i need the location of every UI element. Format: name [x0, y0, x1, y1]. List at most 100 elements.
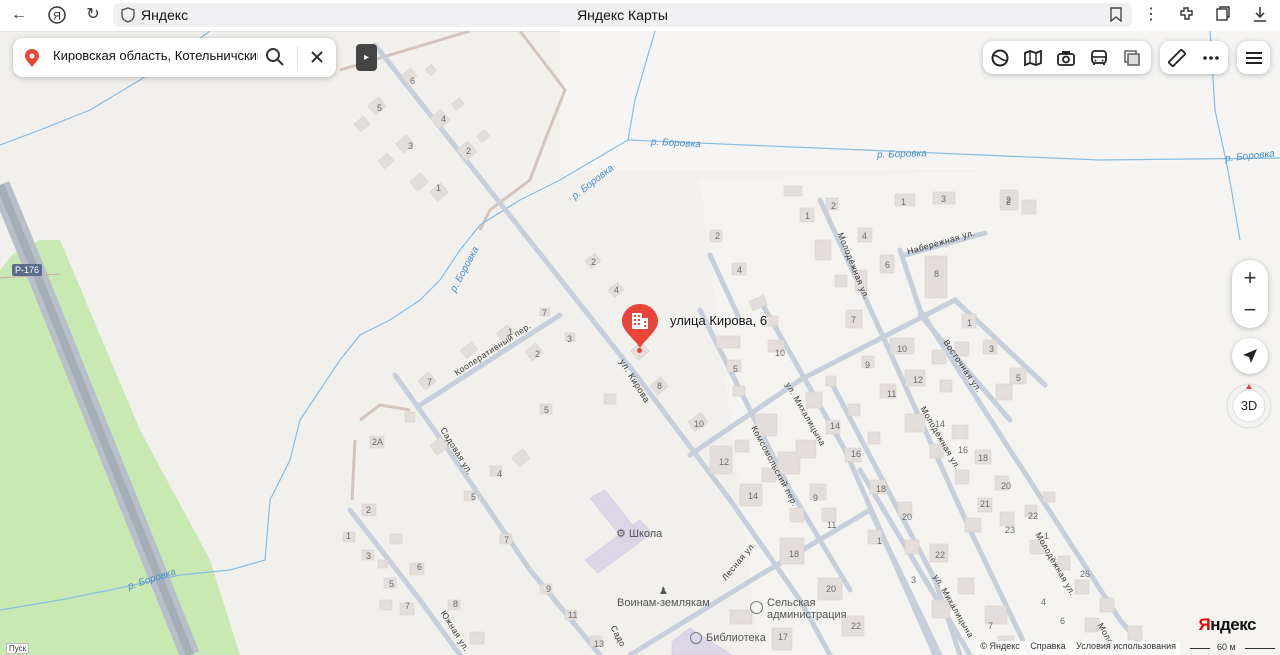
house-number: 23 — [1005, 525, 1016, 535]
building-icon — [622, 304, 658, 348]
house-number: 8 — [657, 381, 663, 391]
zoom-out-button[interactable]: − — [1232, 295, 1268, 325]
house-number: 22 — [851, 621, 862, 631]
house-number: 1 — [967, 318, 973, 328]
geolocation-button[interactable] — [1232, 338, 1268, 374]
house-number: 7 — [542, 308, 548, 318]
menu-icon — [1237, 41, 1271, 75]
search-box[interactable]: Кировская область, Котельничский р — [13, 38, 336, 77]
poi-label: Сельская администрация — [767, 597, 847, 621]
house-number: 7 — [851, 315, 857, 325]
house-number: 21 — [980, 499, 991, 509]
layers-icon[interactable] — [983, 41, 1017, 75]
house-number: 16 — [851, 449, 862, 459]
download-icon[interactable] — [1249, 5, 1271, 25]
house-number: 4 — [614, 285, 620, 295]
house-number: 18 — [978, 453, 989, 463]
reload-icon[interactable]: ↻ — [82, 5, 104, 25]
scale-line — [1190, 648, 1210, 649]
map-canvas[interactable]: р. Боровка р. Боровка р. Боровка р. Боро… — [0, 31, 1280, 655]
house-number: 3 — [989, 344, 995, 354]
camera-icon[interactable] — [1049, 41, 1083, 75]
house-number: 3 — [941, 194, 947, 204]
search-icon[interactable] — [265, 47, 285, 72]
panel-toggle-button[interactable]: ▸ — [356, 44, 377, 71]
house-number: 1 — [1044, 531, 1050, 541]
poi-school[interactable]: ⚙ Школа — [616, 527, 662, 541]
house-number: 6 — [885, 260, 891, 270]
house-number: 7 — [405, 601, 411, 611]
scale-text: 60 м — [1217, 642, 1236, 652]
address-bar[interactable]: Яндекс Яндекс Карты — [113, 3, 1132, 27]
house-number: 11 — [887, 389, 897, 399]
house-number: 20 — [902, 512, 913, 522]
house-number: 5 — [377, 103, 383, 113]
house-number: 12 — [913, 375, 924, 385]
house-number: 1 — [901, 197, 907, 207]
house-number: 26 — [1080, 569, 1091, 579]
close-icon[interactable] — [309, 48, 325, 71]
bookmark-icon[interactable] — [1110, 7, 1122, 27]
house-number: 9 — [546, 584, 552, 594]
house-number: 20 — [826, 584, 837, 594]
house-number: 13 — [594, 639, 605, 649]
house-number: 1 — [436, 183, 442, 193]
house-number: 8 — [453, 599, 459, 609]
copyright-link[interactable]: © Яндекс — [976, 641, 1023, 651]
3d-button[interactable]: 3D — [1226, 398, 1272, 413]
house-number: 2 — [715, 231, 721, 241]
extensions-icon[interactable] — [1176, 5, 1198, 25]
house-number: 10 — [694, 419, 705, 429]
collections-icon[interactable] — [1212, 5, 1234, 25]
house-number: 6 — [417, 562, 423, 572]
poi-library[interactable]: Библиотека — [690, 632, 766, 644]
poi-administration[interactable]: Сельская администрация — [750, 597, 857, 621]
compass-control[interactable]: 3D — [1226, 383, 1272, 429]
terms-link[interactable]: Условия использования — [1072, 641, 1180, 651]
house-number: 12 — [719, 457, 730, 467]
search-input[interactable]: Кировская область, Котельничский р — [53, 48, 258, 63]
menu-button[interactable] — [1237, 41, 1270, 74]
yandex-icon[interactable]: Я — [46, 5, 68, 25]
poi-monument[interactable]: ♟ Воинам-землякам — [617, 587, 710, 610]
chevron-right-icon: ▸ — [363, 52, 370, 63]
house-number: 2 — [466, 146, 472, 156]
tab-title: Яндекс Карты — [577, 7, 668, 23]
house-number: 4 — [737, 265, 743, 275]
house-number: 22 — [935, 550, 946, 560]
house-number: 3 — [567, 334, 573, 344]
logo-text: ндекс — [1210, 615, 1256, 634]
house-number: 4 — [497, 469, 503, 479]
zoom-controls: + − — [1232, 260, 1268, 328]
house-number: 1 — [805, 211, 811, 221]
more-icon[interactable]: ⋮ — [1140, 5, 1162, 25]
back-icon[interactable]: ← — [8, 5, 30, 25]
house-number: 14 — [935, 419, 946, 429]
house-number: 14 — [748, 491, 759, 501]
location-marker[interactable] — [620, 302, 660, 350]
house-number: 1 — [508, 327, 514, 337]
offline-icon[interactable] — [1115, 41, 1149, 75]
house-number: 6 — [1060, 616, 1066, 626]
poi-label: Воинам-землякам — [617, 597, 710, 609]
pusk-label: Пуск — [6, 643, 30, 654]
house-number: 17 — [778, 632, 789, 642]
more-dots-icon[interactable] — [1194, 41, 1228, 75]
house-number: 4 — [1041, 597, 1047, 607]
panorama-icon[interactable] — [1016, 41, 1050, 75]
zoom-in-button[interactable]: + — [1232, 263, 1268, 293]
house-number: 4 — [441, 114, 447, 124]
transport-icon[interactable] — [1082, 41, 1116, 75]
house-number: 2 — [1006, 195, 1012, 205]
marker-label: улица Кирова, 6 — [670, 313, 768, 328]
house-number: 2 — [831, 201, 837, 211]
layers-panel — [983, 41, 1151, 74]
house-number: 6 — [410, 76, 416, 86]
house-number: 20 — [1001, 481, 1012, 491]
footer-links: © Яндекс Справка Условия использования — [976, 641, 1180, 655]
help-link[interactable]: Справка — [1026, 641, 1069, 651]
house-number: 18 — [789, 549, 800, 559]
scale-line — [1245, 648, 1275, 649]
house-number: 8 — [934, 269, 940, 279]
ruler-icon[interactable] — [1160, 41, 1194, 75]
